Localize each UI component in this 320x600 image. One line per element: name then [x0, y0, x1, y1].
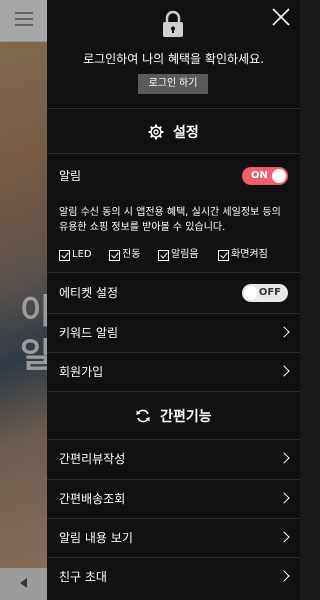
chevron-right-icon [278, 452, 290, 464]
keyword-alarm-row[interactable]: 키워드 알림 [47, 313, 300, 353]
refresh-icon [136, 409, 150, 423]
chevron-right-icon [278, 531, 290, 543]
settings-section-header: 설정 [47, 122, 300, 142]
etiquette-toggle-text: OFF [258, 287, 281, 298]
gear-icon [148, 124, 164, 140]
close-icon[interactable] [270, 6, 292, 28]
quick-item-label: 간편배송조회 [59, 492, 126, 506]
overlay-dim[interactable] [0, 0, 47, 600]
keyword-alarm-label: 키워드 알림 [59, 326, 119, 340]
checkbox-screen-on[interactable]: 화면켜짐 [218, 248, 268, 264]
etiquette-toggle[interactable]: OFF [242, 284, 288, 302]
alarm-label: 알림 [59, 169, 82, 183]
divider [47, 153, 300, 154]
quick-item-delivery[interactable]: 간편배송조회 [47, 479, 300, 519]
checkbox-led[interactable]: LED [59, 248, 92, 264]
etiquette-label: 에티켓 설정 [59, 286, 119, 300]
toggle-knob [272, 169, 286, 183]
quick-item-label: 간편리뷰작성 [59, 452, 126, 466]
checkbox-check-icon [158, 249, 169, 261]
checkbox-check-icon [59, 249, 70, 261]
quick-item-label: 알림 내용 보기 [59, 531, 133, 545]
divider [47, 391, 300, 392]
lock-icon [163, 10, 183, 37]
quick-item-notifications[interactable]: 알림 내용 보기 [47, 518, 300, 558]
toggle-knob [244, 286, 258, 300]
checkbox-check-icon [109, 249, 120, 261]
settings-title: 설정 [173, 125, 199, 141]
divider [47, 108, 300, 109]
chevron-right-icon [278, 365, 290, 377]
signup-label: 회원가입 [59, 365, 104, 379]
alarm-toggle-text: ON [251, 170, 268, 181]
alarm-row: 알림 ON [47, 156, 300, 196]
quick-item-review[interactable]: 간편리뷰작성 [47, 439, 300, 479]
chevron-right-icon [278, 492, 290, 504]
login-prompt-text: 로그인하여 나의 혜택을 확인하세요. [83, 52, 264, 66]
checkbox-sound[interactable]: 알림음 [158, 248, 199, 264]
signup-row[interactable]: 회원가입 [47, 352, 300, 392]
quick-section-header: 간편기능 [47, 406, 300, 426]
quick-title: 간편기능 [160, 409, 212, 425]
side-drawer: 로그인하여 나의 혜택을 확인하세요. 로그인 하기 설정 알림 ON 알림 수… [47, 0, 300, 600]
etiquette-row: 에티켓 설정 OFF [47, 273, 300, 313]
quick-item-invite[interactable]: 친구 초대 [47, 557, 300, 597]
chevron-right-icon [278, 570, 290, 582]
alarm-toggle[interactable]: ON [242, 167, 288, 185]
checkbox-vibration[interactable]: 진동 [109, 248, 140, 264]
login-button[interactable]: 로그인 하기 [138, 74, 208, 94]
chevron-right-icon [278, 326, 290, 338]
checkbox-check-icon [218, 249, 229, 261]
alarm-description: 알림 수신 동의 시 앱전용 혜택, 실시간 세일정보 등의 유용한 쇼핑 정보… [59, 207, 281, 233]
quick-item-label: 친구 초대 [59, 570, 107, 584]
